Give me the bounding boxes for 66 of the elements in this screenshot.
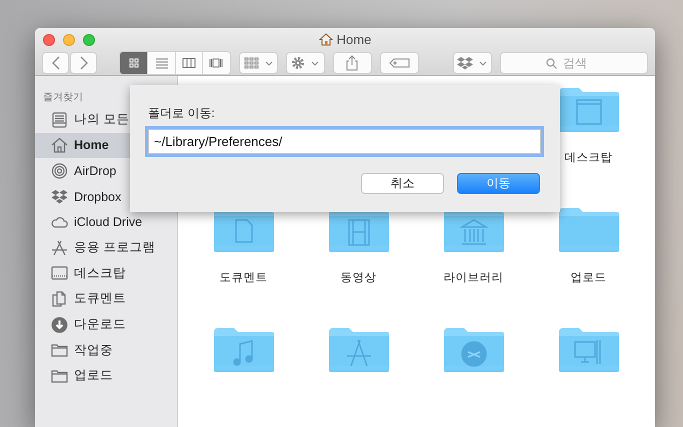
folder-icon[interactable]	[212, 326, 276, 374]
dropbox-icon	[457, 56, 474, 70]
tag-button[interactable]	[380, 52, 420, 74]
dialog-label: 폴더로 이동:	[148, 105, 216, 122]
cloud-icon	[51, 214, 68, 230]
sidebar-item[interactable]: 데스크탑	[35, 260, 177, 286]
gear-icon	[291, 56, 306, 70]
folder-label: 라이브러리	[444, 271, 504, 285]
action-button[interactable]	[286, 52, 325, 74]
house-icon	[318, 33, 333, 46]
sidebar-item[interactable]: 도큐멘트	[35, 286, 177, 312]
arrange-button[interactable]	[238, 52, 278, 74]
caret-icon	[311, 60, 320, 66]
folder-label: 업로드	[570, 271, 606, 285]
folder-icon	[51, 368, 68, 384]
folder-icon[interactable]	[556, 206, 620, 254]
download-icon	[51, 316, 68, 333]
back-icon	[50, 56, 60, 70]
search-field[interactable]: 검색	[500, 52, 648, 74]
house-icon	[51, 137, 68, 154]
folder-icon[interactable]	[556, 326, 620, 374]
sidebar-item[interactable]: 작업중	[35, 337, 177, 363]
minimize-button[interactable]	[63, 34, 75, 46]
folder-icon[interactable]	[326, 326, 390, 374]
caret-icon	[264, 60, 273, 66]
apps-icon	[51, 240, 68, 256]
cover-flow-icon	[209, 57, 224, 69]
path-field[interactable]: ~/Library/Preferences/	[148, 129, 541, 154]
columns-icon	[182, 57, 196, 69]
grid-icon	[126, 57, 141, 69]
cancel-button[interactable]: 취소	[361, 173, 444, 194]
folder-icon[interactable]	[442, 326, 506, 374]
share-button[interactable]	[332, 52, 372, 74]
close-button[interactable]	[43, 34, 55, 46]
dropbox-icon	[51, 188, 68, 205]
desktop-icon	[51, 265, 68, 282]
dropbox-button[interactable]	[452, 52, 492, 74]
caret-icon	[479, 60, 488, 66]
list-view-button[interactable]	[147, 52, 175, 74]
back-button[interactable]	[42, 52, 69, 74]
sidebar-heading: 즐겨찾기	[42, 91, 84, 105]
cover-flow-button[interactable]	[202, 52, 230, 74]
sidebar-item[interactable]: AirDrop	[35, 158, 177, 184]
sidebar-item[interactable]: 업로드	[35, 362, 177, 389]
sidebar-item[interactable]: 응용 프로그램	[35, 234, 177, 261]
forward-icon	[78, 56, 88, 70]
forward-button[interactable]	[70, 52, 97, 74]
tray-icon	[51, 112, 68, 128]
search-icon	[546, 58, 558, 69]
sidebar-item[interactable]: Dropbox	[35, 184, 177, 210]
column-view-button[interactable]	[174, 52, 202, 74]
icon-view-button[interactable]	[120, 52, 148, 74]
window-title: Home	[336, 32, 372, 47]
folder-label: 데스크탑	[564, 151, 612, 165]
airdrop-icon	[51, 162, 68, 179]
folder-label: 도큐멘트	[220, 271, 268, 285]
folder-icon	[51, 342, 68, 358]
grid-icon	[244, 57, 259, 69]
list-icon	[154, 57, 169, 69]
folder-label: 동영상	[340, 271, 376, 285]
share-icon	[345, 55, 360, 71]
zoom-button[interactable]	[83, 34, 95, 46]
tag-icon	[388, 58, 411, 68]
sidebar-item[interactable]: 다운로드	[35, 312, 177, 338]
sidebar-item[interactable]: iCloud Drive	[35, 209, 177, 235]
docs-icon	[51, 290, 68, 307]
